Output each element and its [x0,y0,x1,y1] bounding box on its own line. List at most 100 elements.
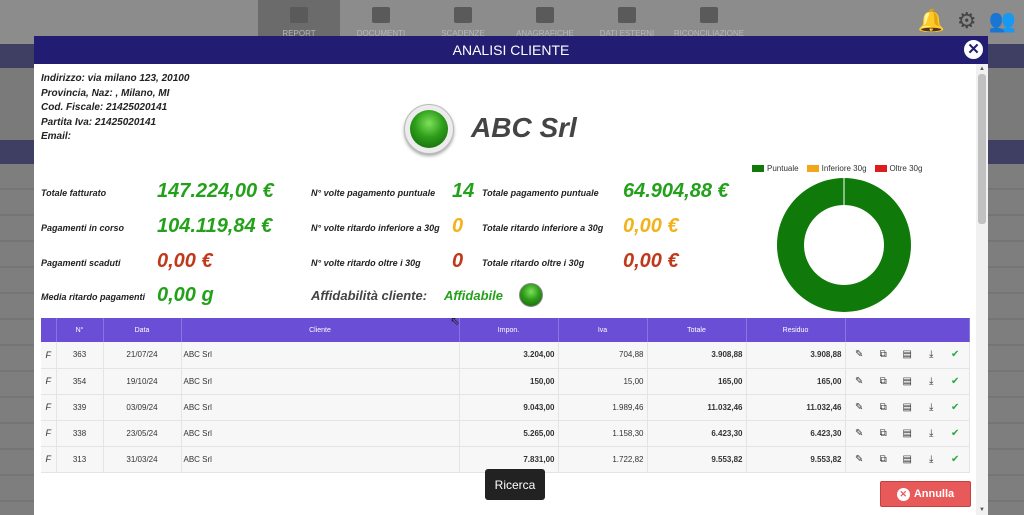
volte-puntuale-value: 14 [452,180,475,202]
app-table-rows-right [988,164,1024,515]
table-row[interactable]: F 354 19/10/24 ABC Srl 150,00 15,00 165,00 165,… [41,368,970,395]
media-ritardo-label: Media ritardo pagamenti [41,292,146,302]
client-name: ABC Srl [181,342,460,369]
column-header[interactable]: N° [56,318,104,342]
pagamenti-scaduti-label: Pagamenti scaduti [41,258,121,268]
legend-item[interactable]: Puntuale [752,164,799,173]
ricerca-tooltip: Ricerca [485,469,545,500]
pagamenti-scaduti-value: 0,00 € [157,250,213,272]
volte-ritardo-oltre-label: N° volte ritardo oltre i 30g [311,258,421,268]
check-circle-icon[interactable]: ✔ [943,454,967,465]
pdf-icon[interactable]: ▤ [895,454,919,465]
legend-item[interactable]: Oltre 30g [874,164,922,173]
download-icon[interactable]: ⤓ [919,454,943,465]
column-header[interactable]: Residuo [746,318,846,342]
users-icon [536,7,554,23]
legend-item[interactable]: Inferiore 30g [806,164,867,173]
province-line: Provincia, Naz: , Milano, MI [41,87,170,99]
volte-ritardo-inf-value: 0 [452,215,464,237]
column-header[interactable]: Cliente [181,318,460,342]
column-header[interactable] [41,318,57,342]
scroll-up-icon[interactable]: ▲ [979,66,985,72]
check-circle-icon[interactable]: ✔ [943,376,967,387]
email-line: Email: [41,131,72,142]
pencil-icon[interactable]: ✎ [847,402,871,413]
pencil-icon[interactable]: ✎ [847,428,871,439]
download-icon[interactable]: ⤓ [919,402,943,413]
vat-amount: 1.158,30 [558,420,648,447]
copy-icon[interactable]: ⧉ [871,402,895,413]
payments-donut-chart [776,178,911,312]
download-icon[interactable]: ⤓ [919,349,943,360]
check-circle-icon[interactable]: ✔ [943,428,967,439]
doc-date: 23/05/24 [103,420,182,447]
calendar-icon [454,7,472,23]
copy-icon[interactable]: ⧉ [871,428,895,439]
doc-date: 21/07/24 [103,342,182,369]
copy-icon[interactable]: ⧉ [871,376,895,387]
bell-icon[interactable]: 🔔 [917,8,944,34]
undo-icon [618,7,636,23]
pdf-icon[interactable]: ▤ [895,349,919,360]
table-body: F 363 21/07/24 ABC Srl 3.204,00 704,88 3.908,8… [41,342,970,473]
pdf-icon[interactable]: ▤ [895,376,919,387]
annulla-button[interactable]: ✕ Annulla [880,481,971,507]
download-icon[interactable]: ⤓ [919,428,943,439]
pencil-icon[interactable]: ✎ [847,376,871,387]
check-circle-icon[interactable]: ✔ [943,402,967,413]
media-ritardo-value: 0,00 g [157,284,214,306]
app-table-rows [0,164,34,515]
doc-type: F [41,342,57,369]
address-line: Indirizzo: via milano 123, 20100 [41,73,190,84]
column-header[interactable]: Impon. [459,318,559,342]
analisi-cliente-modal: ANALISI CLIENTE ✕ Indirizzo: via milano … [34,36,988,515]
residual-amount: 165,00 [746,368,846,395]
client-name: ABC Srl [181,394,460,421]
doc-type: F [41,420,57,447]
legend-label: Puntuale [767,164,799,173]
pencil-icon[interactable]: ✎ [847,349,871,360]
gear-icon[interactable]: ⚙ [957,8,977,34]
doc-date: 03/09/24 [103,394,182,421]
money-icon [700,7,718,23]
monitor-icon [290,7,308,23]
modal-scrollbar[interactable]: ▲ ▼ [976,64,988,515]
pencil-icon[interactable]: ✎ [847,454,871,465]
scrollbar-thumb[interactable] [978,74,986,224]
affidabilita-value: Affidabile [444,288,503,303]
pdf-icon[interactable]: ▤ [895,428,919,439]
scroll-down-icon[interactable]: ▼ [979,507,985,513]
close-icon[interactable]: ✕ [962,38,985,61]
annulla-label: Annulla [913,488,955,500]
pagamenti-corso-label: Pagamenti in corso [41,223,125,233]
taxable-amount: 3.204,00 [459,342,559,369]
copy-icon[interactable]: ⧉ [871,454,895,465]
table-row[interactable]: F 363 21/07/24 ABC Srl 3.204,00 704,88 3.908,8… [41,342,970,369]
total-amount: 6.423,30 [647,420,747,447]
modal-body: Indirizzo: via milano 123, 20100 Provinc… [34,64,976,515]
app-header-icons: 🔔 ⚙ 👥 [917,8,1016,34]
table-row[interactable]: F 338 23/05/24 ABC Srl 5.265,00 1.158,30 6.423… [41,420,970,447]
download-icon[interactable]: ⤓ [919,376,943,387]
vat-line: Partita Iva: 21425020141 [41,116,157,128]
column-header[interactable]: Iva [558,318,648,342]
column-header[interactable] [845,318,970,342]
table-row[interactable]: F 339 03/09/24 ABC Srl 9.043,00 1.989,46 11.03… [41,394,970,421]
users-icon[interactable]: 👥 [989,8,1016,34]
doc-number: 363 [56,342,104,369]
column-header[interactable]: Totale [647,318,747,342]
tot-ritardo-oltre-label: Totale ritardo oltre i 30g [482,258,585,268]
cancel-icon: ✕ [896,487,910,501]
client-name: ABC Srl [181,368,460,395]
volte-ritardo-inf-label: N° volte ritardo inferiore a 30g [311,223,440,233]
column-header[interactable]: Data [103,318,182,342]
invoices-table: N° Data Cliente Impon. Iva Totale Residuo F 363… [41,318,970,473]
totale-fatturato-value: 147.224,00 € [157,180,274,202]
mouse-cursor-icon: ⇖ [450,314,461,328]
check-circle-icon[interactable]: ✔ [943,349,967,360]
total-amount: 11.032,46 [647,394,747,421]
volte-puntuale-label: N° volte pagamento puntuale [311,188,436,198]
copy-icon[interactable]: ⧉ [871,349,895,360]
doc-type: F [41,368,57,395]
pdf-icon[interactable]: ▤ [895,402,919,413]
